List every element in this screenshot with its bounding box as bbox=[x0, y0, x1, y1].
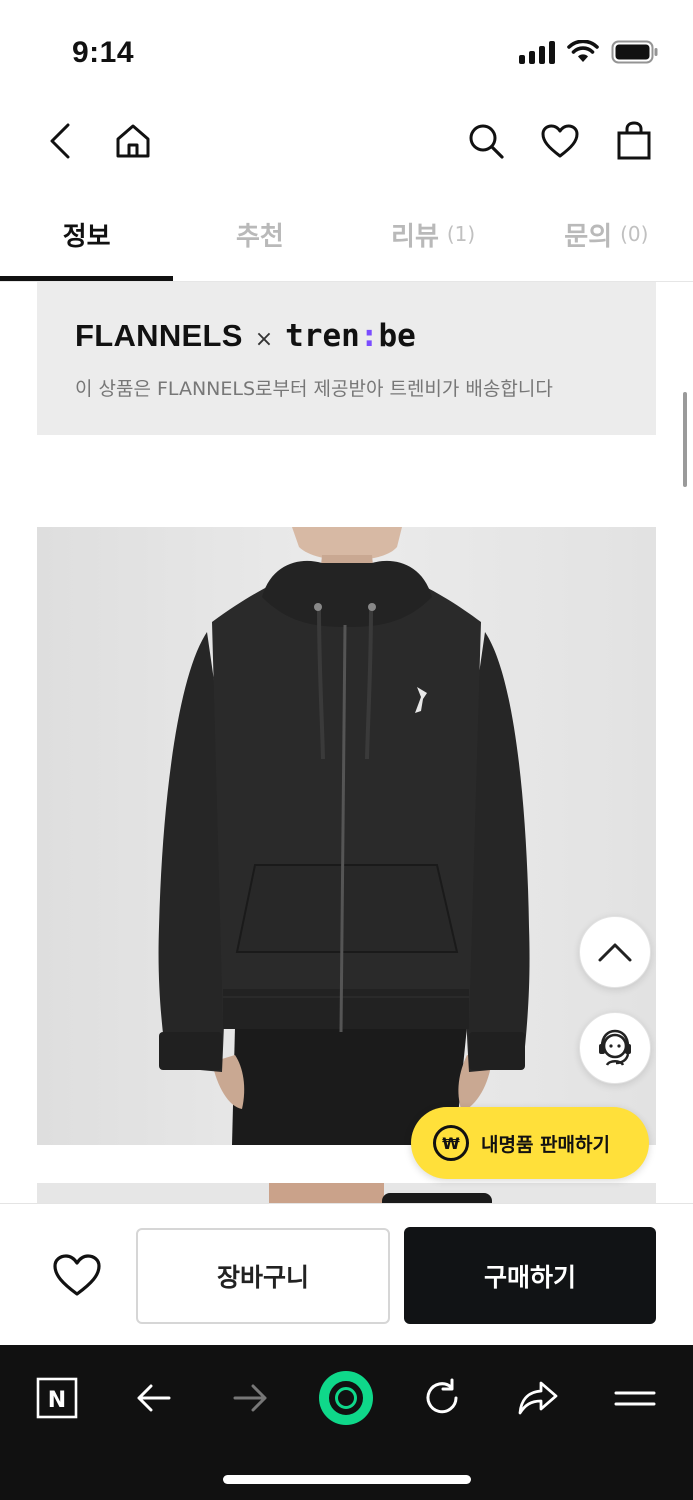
browser-menu-button[interactable] bbox=[600, 1363, 670, 1433]
wishlist-button[interactable] bbox=[532, 105, 588, 177]
naver-n-icon: N bbox=[36, 1377, 78, 1419]
cellular-signal-icon bbox=[519, 40, 555, 64]
shopping-bag-icon bbox=[617, 121, 651, 160]
trenbe-logo: tren:be bbox=[285, 318, 416, 354]
chevron-up-icon bbox=[598, 943, 632, 962]
heart-icon bbox=[53, 1254, 101, 1296]
tab-label: 추천 bbox=[235, 221, 284, 252]
chevron-left-icon bbox=[50, 123, 70, 159]
tab-label: 리뷰 bbox=[391, 221, 439, 252]
won-coin-icon: ₩ bbox=[433, 1125, 469, 1161]
tab-count: (0) bbox=[620, 222, 649, 246]
arrow-left-icon bbox=[137, 1384, 171, 1412]
back-button[interactable] bbox=[32, 105, 88, 177]
tab-info[interactable]: 정보 bbox=[0, 190, 174, 281]
wifi-icon bbox=[567, 40, 599, 62]
partner-banner: FLANNELS × tren:be 이 상품은 FLANNELS로부터 제공받… bbox=[37, 282, 656, 435]
home-button[interactable] bbox=[105, 105, 161, 177]
naver-n-label: N bbox=[48, 1388, 66, 1413]
tab-reviews[interactable]: 리뷰 (1) bbox=[347, 190, 520, 278]
browser-forward-button[interactable] bbox=[215, 1363, 285, 1433]
purchase-action-bar: 장바구니 구매하기 bbox=[0, 1203, 693, 1345]
product-tabs: 정보 추천 리뷰 (1) 문의 (0) bbox=[0, 190, 693, 282]
arrow-right-icon bbox=[233, 1384, 267, 1412]
customer-support-button[interactable] bbox=[579, 1012, 651, 1084]
browser-refresh-button[interactable] bbox=[407, 1363, 477, 1433]
browser-back-button[interactable] bbox=[119, 1363, 189, 1433]
trenbe-logo-part: tren bbox=[285, 318, 360, 354]
status-time: 9:14 bbox=[72, 36, 135, 69]
status-icons bbox=[519, 40, 659, 64]
top-navigation bbox=[0, 105, 693, 177]
tab-recommend[interactable]: 추천 bbox=[173, 190, 346, 278]
product-image bbox=[37, 527, 656, 1145]
naver-green-dot-button[interactable] bbox=[311, 1363, 381, 1433]
sell-my-luxury-button[interactable]: ₩ 내명품 판매하기 bbox=[411, 1107, 649, 1179]
home-icon bbox=[116, 124, 150, 158]
browser-share-button[interactable] bbox=[503, 1363, 573, 1433]
partner-logos: FLANNELS × tren:be bbox=[75, 318, 416, 354]
partner-description: 이 상품은 FLANNELS로부터 제공받아 트렌비가 배송합니다 bbox=[75, 378, 553, 400]
shopping-bag-button[interactable] bbox=[606, 105, 662, 177]
home-indicator[interactable] bbox=[223, 1475, 471, 1484]
battery-icon bbox=[611, 40, 658, 64]
headset-agent-icon bbox=[599, 1029, 631, 1066]
search-icon bbox=[469, 124, 504, 159]
tab-label: 문의 bbox=[564, 221, 613, 252]
green-dot-icon bbox=[319, 1371, 373, 1425]
refresh-icon bbox=[426, 1378, 458, 1414]
tab-count: (1) bbox=[446, 222, 476, 246]
share-arrow-icon bbox=[518, 1381, 558, 1415]
tab-inquiries[interactable]: 문의 (0) bbox=[520, 190, 693, 278]
hamburger-menu-icon bbox=[614, 1391, 656, 1406]
logo-separator: × bbox=[254, 327, 274, 352]
add-wishlist-button[interactable] bbox=[44, 1242, 110, 1308]
tab-label: 정보 bbox=[62, 221, 111, 252]
search-button[interactable] bbox=[458, 105, 514, 177]
add-to-cart-button[interactable]: 장바구니 bbox=[136, 1228, 390, 1324]
heart-icon bbox=[541, 124, 579, 158]
naver-home-button[interactable]: N bbox=[22, 1363, 92, 1433]
trenbe-logo-part: be bbox=[378, 318, 416, 354]
status-bar: 9:14 bbox=[0, 0, 693, 100]
scroll-top-button[interactable] bbox=[579, 916, 651, 988]
hoodie-illustration bbox=[158, 527, 530, 1145]
scrollbar-thumb[interactable] bbox=[683, 392, 687, 487]
trenbe-logo-colon: : bbox=[359, 318, 379, 354]
buy-now-button[interactable]: 구매하기 bbox=[404, 1227, 656, 1324]
sell-button-label: 내명품 판매하기 bbox=[481, 1133, 610, 1156]
flannels-logo: FLANNELS bbox=[75, 318, 243, 353]
